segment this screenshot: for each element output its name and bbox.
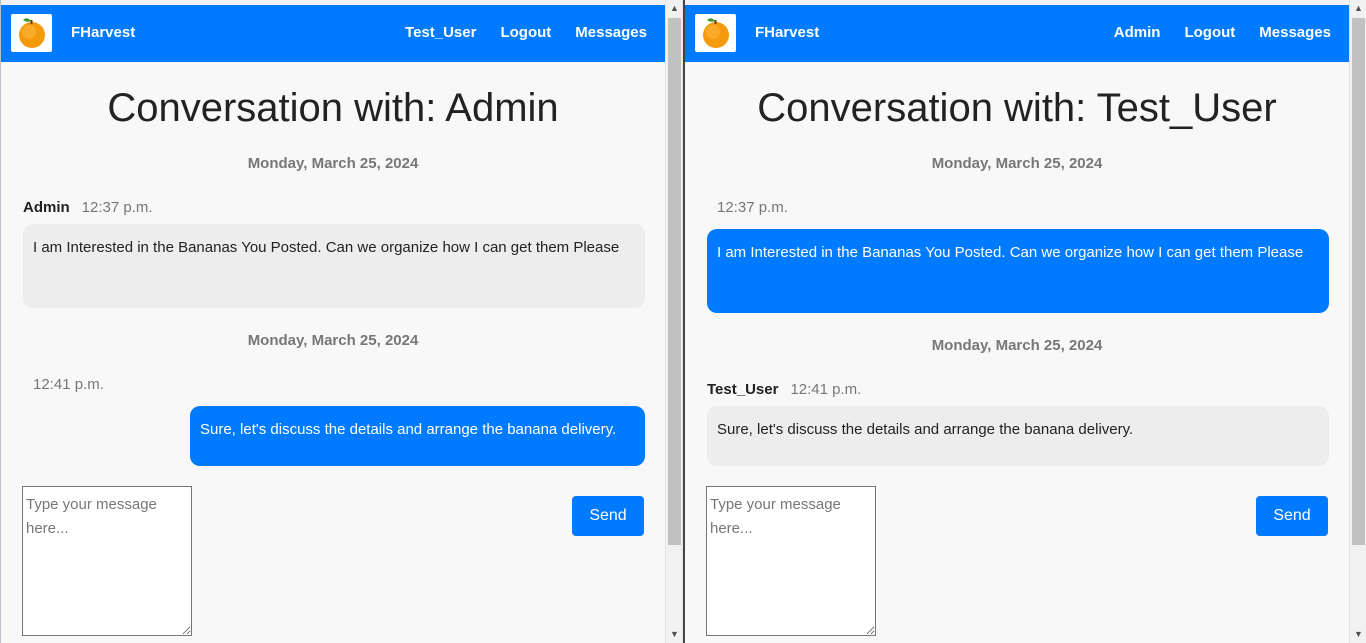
- message-time: 12:41 p.m.: [33, 376, 104, 393]
- nav-link-messages[interactable]: Messages: [1259, 24, 1331, 41]
- nav-link-user[interactable]: Test_User: [405, 24, 476, 41]
- page-title: Conversation with: Admin: [107, 86, 559, 130]
- browser-window-admin: FHarvest Admin Logout Messages Conversat…: [683, 0, 1366, 643]
- triangle-up-icon[interactable]: ▲: [1350, 0, 1366, 17]
- message-bubble-outgoing: Sure, let's discuss the details and arra…: [190, 406, 645, 466]
- send-button[interactable]: Send: [572, 496, 644, 536]
- brand-logo[interactable]: [695, 14, 736, 52]
- browser-window-test-user: FHarvest Test_User Logout Messages Conve…: [0, 0, 682, 643]
- message-meta: 12:41 p.m.: [33, 376, 104, 393]
- brand-logo[interactable]: [11, 14, 52, 52]
- message-meta: Test_User 12:41 p.m.: [707, 381, 861, 398]
- message-sender: Admin: [23, 199, 70, 216]
- brand-name[interactable]: FHarvest: [71, 24, 135, 41]
- triangle-down-icon[interactable]: ▼: [666, 626, 682, 643]
- message-date: Monday, March 25, 2024: [247, 332, 419, 349]
- message-sender: Test_User: [707, 381, 779, 398]
- nav-links: Admin Logout Messages: [1114, 24, 1331, 41]
- screen: FHarvest Test_User Logout Messages Conve…: [0, 0, 1366, 643]
- message-bubble-outgoing: I am Interested in the Bananas You Poste…: [707, 229, 1329, 313]
- message-bubble-incoming: Sure, let's discuss the details and arra…: [707, 406, 1329, 466]
- nav-link-logout[interactable]: Logout: [500, 24, 551, 41]
- message-input[interactable]: [706, 486, 876, 636]
- orange-fruit-icon: [703, 18, 729, 48]
- message-meta: 12:37 p.m.: [717, 199, 788, 216]
- nav-link-messages[interactable]: Messages: [575, 24, 647, 41]
- message-date: Monday, March 25, 2024: [247, 155, 419, 172]
- page-title: Conversation with: Test_User: [757, 86, 1277, 130]
- send-button[interactable]: Send: [1256, 496, 1328, 536]
- nav-links: Test_User Logout Messages: [405, 24, 647, 41]
- vertical-scrollbar[interactable]: ▲ ▼: [1349, 0, 1366, 643]
- message-input[interactable]: [22, 486, 192, 636]
- message-time: 12:37 p.m.: [81, 199, 153, 216]
- message-date: Monday, March 25, 2024: [931, 155, 1103, 172]
- brand-name[interactable]: FHarvest: [755, 24, 819, 41]
- message-meta: Admin 12:37 p.m.: [23, 199, 153, 216]
- nav-link-user[interactable]: Admin: [1114, 24, 1161, 41]
- triangle-up-icon[interactable]: ▲: [666, 0, 682, 17]
- nav-link-logout[interactable]: Logout: [1184, 24, 1235, 41]
- scroll-thumb[interactable]: [1352, 18, 1365, 545]
- scroll-thumb[interactable]: [668, 18, 681, 545]
- navbar: FHarvest Admin Logout Messages: [685, 5, 1349, 62]
- orange-fruit-icon: [19, 18, 45, 48]
- page-content: FHarvest Test_User Logout Messages Conve…: [1, 0, 665, 643]
- message-time: 12:41 p.m.: [790, 381, 862, 398]
- message-bubble-incoming: I am Interested in the Bananas You Poste…: [23, 224, 645, 308]
- navbar: FHarvest Test_User Logout Messages: [1, 5, 665, 62]
- vertical-scrollbar[interactable]: ▲ ▼: [665, 0, 682, 643]
- triangle-down-icon[interactable]: ▼: [1350, 626, 1366, 643]
- page-content: FHarvest Admin Logout Messages Conversat…: [685, 0, 1349, 643]
- message-date: Monday, March 25, 2024: [931, 337, 1103, 354]
- message-time: 12:37 p.m.: [717, 199, 788, 216]
